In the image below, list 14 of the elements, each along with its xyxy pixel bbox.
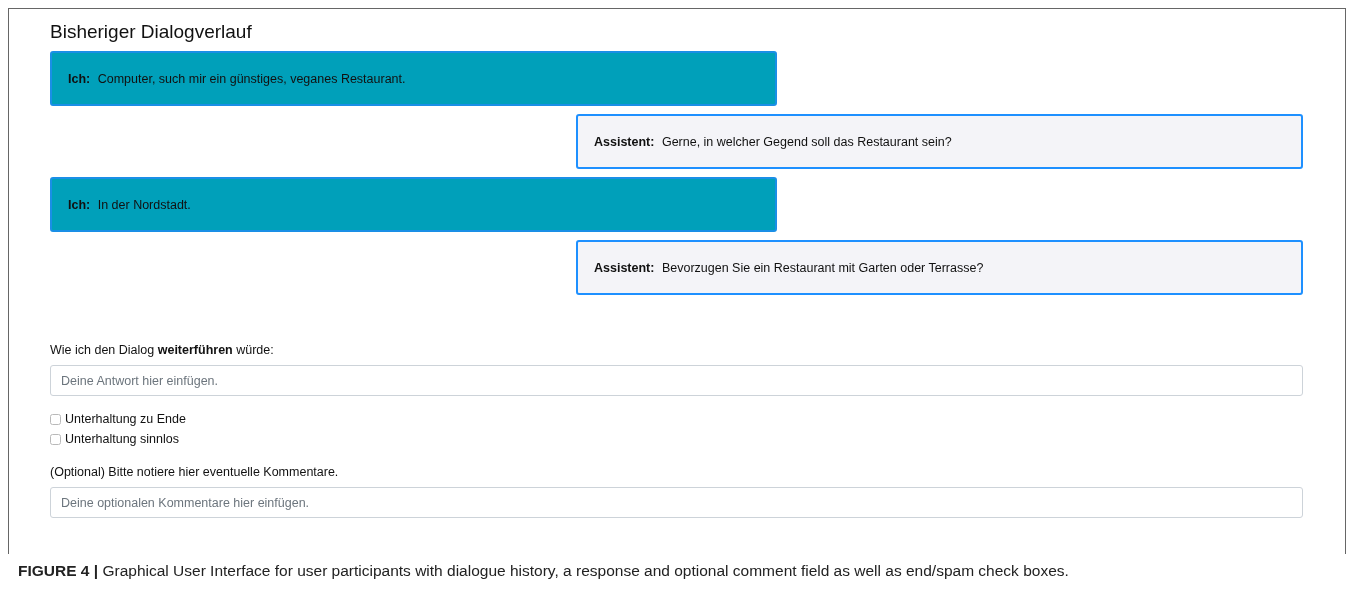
comment-label: (Optional) Bitte notiere hier eventuelle Kommentare.: [50, 465, 340, 479]
response-input[interactable]: Deine Antwort hier einfügen.: [50, 365, 1303, 396]
chat-message: Ich: Computer, such mir ein günstiges, veganes Restaurant.: [50, 51, 777, 106]
checkbox[interactable]: [50, 433, 61, 445]
chat-message: Ich: In der Nordstadt.: [50, 177, 777, 232]
figure-caption: FIGURE 4 | Graphical User Interface for user participants with dialogue history, a response and optional comment field as well as end/spam check boxes.: [18, 562, 1070, 580]
comment-input[interactable]: Deine optionalen Kommentare hier einfügen.: [50, 487, 1303, 518]
section-heading: Bisheriger Dialogverlauf: [50, 20, 253, 44]
chat-message: Assistent: Gerne, in welcher Gegend soll das Restaurant sein?: [576, 114, 1303, 169]
checkbox-label: Unterhaltung sinnlos: [65, 432, 179, 446]
checkbox-label: Unterhaltung zu Ende: [65, 412, 186, 426]
chat-message: Assistent: Bevorzugen Sie ein Restaurant mit Garten oder Terrasse?: [576, 240, 1303, 295]
response-label: Wie ich den Dialog weiterführen würde:: [50, 343, 275, 357]
checkbox[interactable]: [50, 413, 61, 425]
